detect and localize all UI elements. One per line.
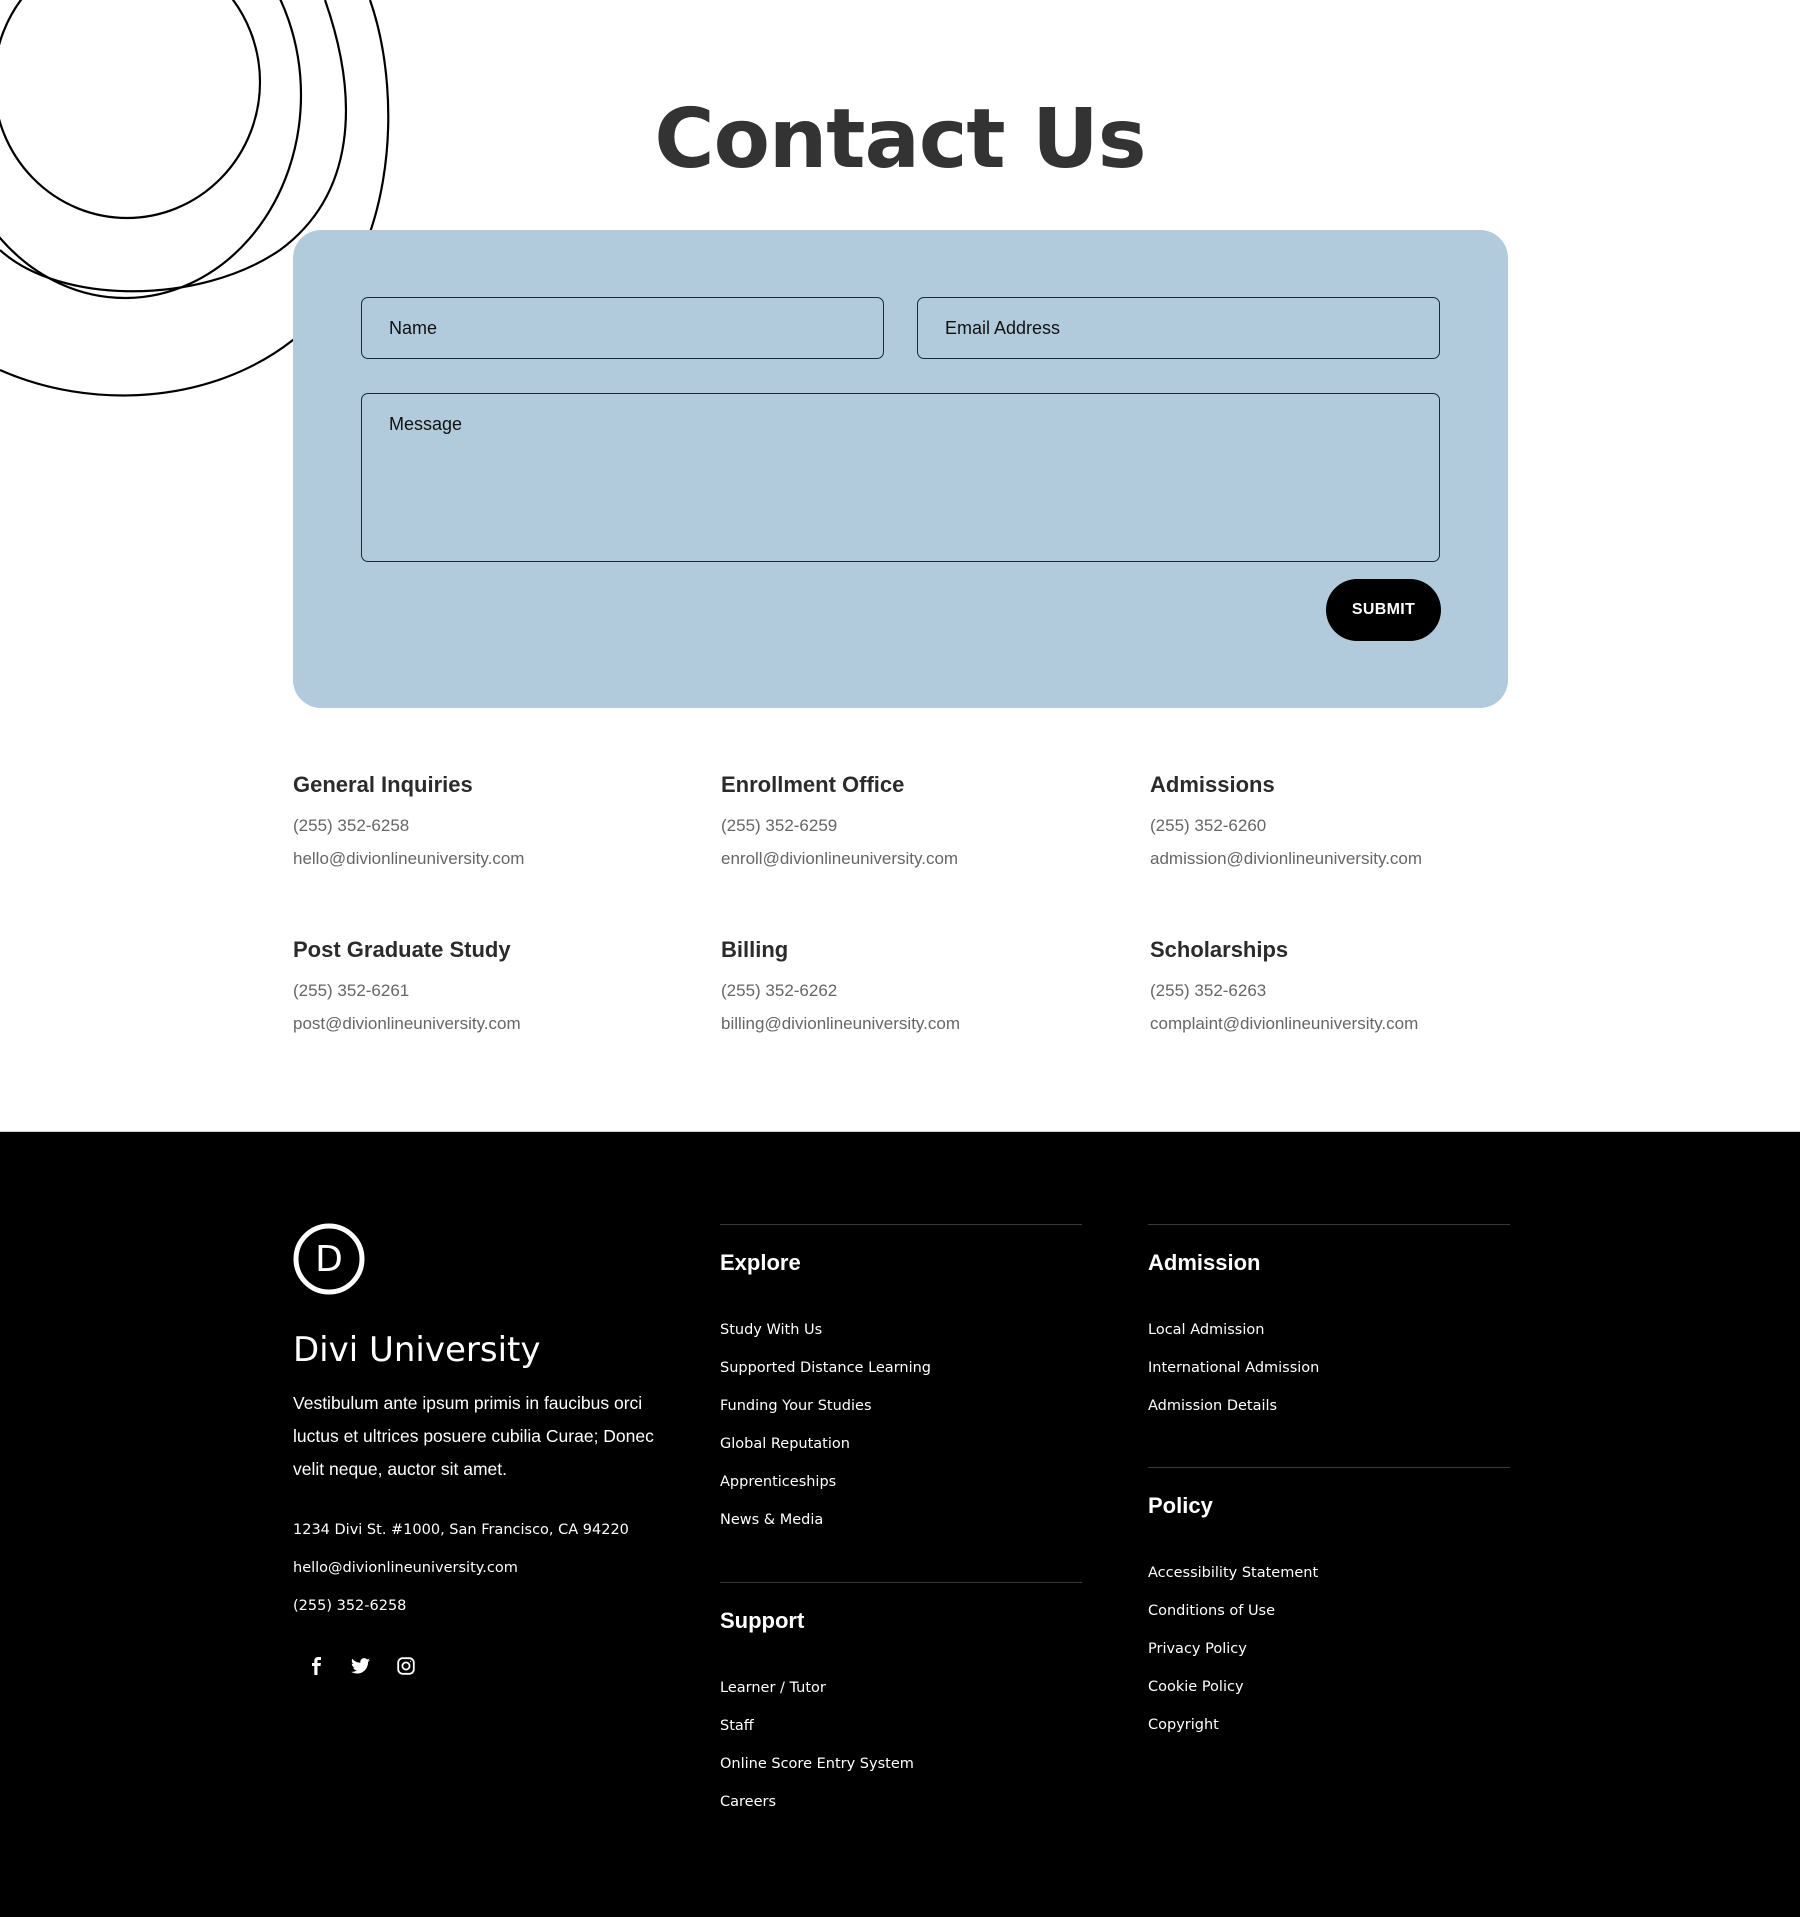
footer-email[interactable]: hello@divionlineuniversity.com [293, 1558, 518, 1578]
facebook-icon[interactable] [293, 1651, 338, 1681]
footer-link[interactable]: Copyright [1148, 1715, 1510, 1753]
footer-link[interactable]: Admission Details [1148, 1396, 1510, 1434]
contact-card-email[interactable]: post@divionlineuniversity.com [293, 1007, 673, 1040]
footer-link[interactable]: Learner / Tutor [720, 1678, 1082, 1716]
contact-card-title: Enrollment Office [721, 772, 905, 797]
footer-column-policy: Policy Accessibility Statement Condition… [1148, 1467, 1510, 1753]
contact-card-title: General Inquiries [293, 772, 473, 797]
footer-link[interactable]: Funding Your Studies [720, 1396, 1082, 1434]
footer-link[interactable]: Conditions of Use [1148, 1601, 1510, 1639]
column-title: Policy [1148, 1493, 1213, 1518]
message-textarea[interactable] [361, 393, 1440, 562]
submit-button[interactable]: SUBMIT [1326, 579, 1441, 641]
contact-card-phone[interactable]: (255) 352-6261 [293, 974, 673, 1007]
contact-section: Contact Us SUBMIT General Inquiries (255… [0, 0, 1800, 1131]
column-title: Support [720, 1608, 805, 1633]
footer-column-support: Support Learner / Tutor Staff Online Sco… [720, 1582, 1082, 1830]
footer-phone[interactable]: (255) 352-6258 [293, 1596, 406, 1616]
admission-links: Local Admission International Admission … [1148, 1320, 1510, 1434]
column-divider [1148, 1467, 1510, 1468]
contact-card-phone[interactable]: (255) 352-6260 [1150, 809, 1530, 842]
contact-card-title: Billing [721, 937, 789, 962]
contact-card-postgraduate: Post Graduate Study (255) 352-6261 post@… [293, 933, 673, 1040]
divi-logo-icon[interactable]: D [293, 1223, 365, 1295]
support-links: Learner / Tutor Staff Online Score Entry… [720, 1678, 1082, 1830]
contact-card-title: Scholarships [1150, 937, 1289, 962]
contact-card-phone[interactable]: (255) 352-6262 [721, 974, 1101, 1007]
policy-links: Accessibility Statement Conditions of Us… [1148, 1563, 1510, 1753]
column-title: Explore [720, 1250, 801, 1275]
social-links [293, 1651, 428, 1681]
footer-link[interactable]: News & Media [720, 1510, 1082, 1548]
contact-card-phone[interactable]: (255) 352-6258 [293, 809, 673, 842]
footer-link[interactable]: Cookie Policy [1148, 1677, 1510, 1715]
contact-card-billing: Billing (255) 352-6262 billing@divionlin… [721, 933, 1101, 1040]
footer-column-explore: Explore Study With Us Supported Distance… [720, 1224, 1082, 1548]
page-title: Contact Us [654, 92, 1146, 187]
site-footer: D Divi University Vestibulum ante ipsum … [0, 1131, 1800, 1917]
contact-form: SUBMIT [293, 230, 1508, 708]
footer-link[interactable]: Online Score Entry System [720, 1754, 1082, 1792]
footer-link[interactable]: Accessibility Statement [1148, 1563, 1510, 1601]
contact-card-title: Admissions [1150, 772, 1275, 797]
brand-description: Vestibulum ante ipsum primis in faucibus… [293, 1393, 654, 1479]
contact-card-title: Post Graduate Study [293, 937, 511, 962]
contact-card-email[interactable]: billing@divionlineuniversity.com [721, 1007, 1101, 1040]
contact-card-phone[interactable]: (255) 352-6259 [721, 809, 1101, 842]
footer-link[interactable]: International Admission [1148, 1358, 1510, 1396]
column-title: Admission [1148, 1250, 1261, 1275]
footer-link[interactable]: Global Reputation [720, 1434, 1082, 1472]
contact-card-admissions: Admissions (255) 352-6260 admission@divi… [1150, 768, 1530, 875]
footer-column-admission: Admission Local Admission International … [1148, 1224, 1510, 1434]
footer-link[interactable]: Supported Distance Learning [720, 1358, 1082, 1396]
contact-card-email[interactable]: complaint@divionlineuniversity.com [1150, 1007, 1530, 1040]
contact-card-email[interactable]: enroll@divionlineuniversity.com [721, 842, 1101, 875]
footer-link[interactable]: Privacy Policy [1148, 1639, 1510, 1677]
name-input[interactable] [361, 297, 884, 359]
contact-card-email[interactable]: hello@divionlineuniversity.com [293, 842, 673, 875]
explore-links: Study With Us Supported Distance Learnin… [720, 1320, 1082, 1548]
footer-link[interactable]: Careers [720, 1792, 1082, 1830]
contact-card-general: General Inquiries (255) 352-6258 hello@d… [293, 768, 673, 875]
contact-card-enrollment: Enrollment Office (255) 352-6259 enroll@… [721, 768, 1101, 875]
column-divider [720, 1224, 1082, 1225]
logo-letter: D [315, 1239, 343, 1280]
footer-link[interactable]: Apprenticeships [720, 1472, 1082, 1510]
twitter-icon[interactable] [338, 1651, 383, 1681]
column-divider [1148, 1224, 1510, 1225]
footer-link[interactable]: Local Admission [1148, 1320, 1510, 1358]
contact-card-phone[interactable]: (255) 352-6263 [1150, 974, 1530, 1007]
column-divider [720, 1582, 1082, 1583]
contact-card-scholarships: Scholarships (255) 352-6263 complaint@di… [1150, 933, 1530, 1040]
contact-card-email[interactable]: admission@divionlineuniversity.com [1150, 842, 1530, 875]
footer-link[interactable]: Study With Us [720, 1320, 1082, 1358]
footer-address: 1234 Divi St. #1000, San Francisco, CA 9… [293, 1522, 629, 1538]
instagram-icon[interactable] [383, 1651, 428, 1681]
brand-name: Divi University [293, 1330, 541, 1370]
footer-link[interactable]: Staff [720, 1716, 1082, 1754]
email-input[interactable] [917, 297, 1440, 359]
